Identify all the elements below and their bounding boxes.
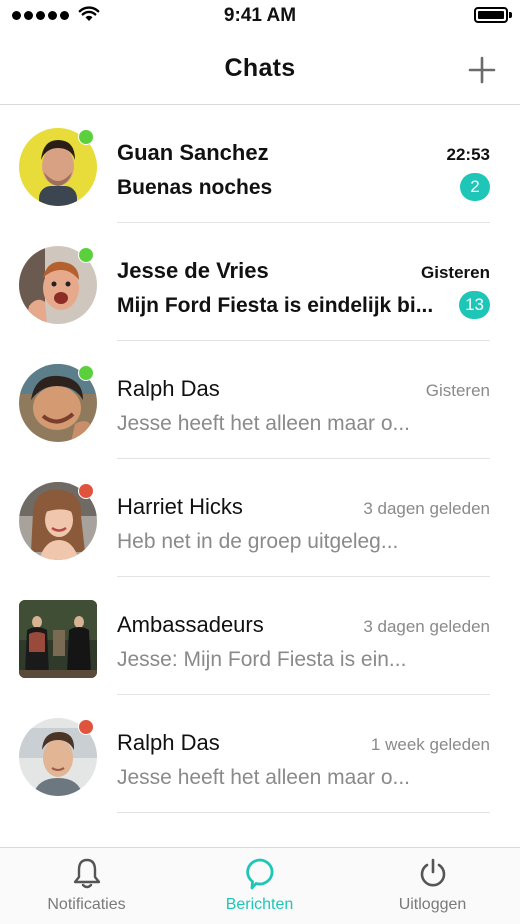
- online-status-dot: [78, 365, 94, 381]
- chat-bubble-icon: [245, 858, 273, 890]
- tab-notificaties[interactable]: Notificaties: [0, 848, 173, 924]
- chat-name: Guan Sanchez: [117, 140, 269, 165]
- chat-preview: Jesse heeft het alleen maar o...: [117, 412, 411, 435]
- busy-status-dot: [78, 483, 94, 499]
- tab-label: Notificaties: [47, 896, 126, 913]
- tab-label: Berichten: [225, 896, 294, 913]
- chat-name: Harriet Hicks: [117, 494, 243, 519]
- chat-row[interactable]: Ambassadeurs 3 dagen geleden Jesse: Mijn…: [0, 577, 520, 695]
- navigation-bar: Chats: [0, 34, 520, 105]
- avatar[interactable]: [19, 482, 97, 560]
- unread-badge: 2: [460, 173, 490, 201]
- chat-row[interactable]: Guan Sanchez 22:53 Buenas noches 2: [0, 105, 520, 223]
- chat-row[interactable]: Ralph Das Gisteren Jesse heeft het allee…: [0, 341, 520, 459]
- chat-time: Gisteren: [421, 263, 490, 282]
- page-title: Chats: [224, 54, 296, 82]
- plus-icon[interactable]: [468, 56, 496, 84]
- chat-list: Guan Sanchez 22:53 Buenas noches 2 Jesse…: [0, 105, 520, 847]
- chat-time: Gisteren: [425, 381, 490, 400]
- avatar[interactable]: [19, 600, 97, 678]
- status-time: 9:41 AM: [223, 5, 297, 26]
- chat-row[interactable]: Ralph Das 1 week geleden Jesse heeft het…: [0, 695, 520, 813]
- tab-uitloggen[interactable]: Uitloggen: [346, 848, 519, 924]
- chat-row[interactable]: Harriet Hicks 3 dagen geleden Heb net in…: [0, 459, 520, 577]
- chat-preview: Jesse: Mijn Ford Fiesta is ein...: [117, 648, 407, 671]
- tab-label: Uitloggen: [398, 896, 467, 913]
- chat-name: Ralph Das: [117, 730, 220, 755]
- online-status-dot: [78, 129, 94, 145]
- chat-preview: Buenas noches: [117, 176, 273, 199]
- chat-name: Ambassadeurs: [117, 612, 264, 637]
- bell-icon: [73, 858, 100, 889]
- divider: [117, 812, 490, 813]
- tab-berichten[interactable]: Berichten: [173, 848, 346, 924]
- battery-icon: [474, 7, 512, 23]
- chat-preview: Jesse heeft het alleen maar o...: [117, 766, 411, 789]
- power-icon: [420, 858, 445, 887]
- chat-preview: Mijn Ford Fiesta is eindelijk bi...: [117, 294, 434, 317]
- chat-row[interactable]: Jesse de Vries Gisteren Mijn Ford Fiesta…: [0, 223, 520, 341]
- tab-bar: Notificaties Berichten Uitloggen: [0, 847, 520, 924]
- chat-preview: Heb net in de groep uitgeleg...: [117, 530, 399, 553]
- chat-time: 1 week geleden: [370, 735, 490, 754]
- avatar[interactable]: [19, 246, 97, 324]
- chat-name: Ralph Das: [117, 376, 220, 401]
- chat-time: 22:53: [446, 145, 490, 164]
- status-bar: 9:41 AM: [0, 0, 520, 34]
- avatar[interactable]: [19, 364, 97, 442]
- chat-time: 3 dagen geleden: [363, 499, 490, 518]
- avatar-image: [19, 600, 97, 678]
- avatar[interactable]: [19, 718, 97, 796]
- unread-badge: 13: [459, 291, 490, 319]
- busy-status-dot: [78, 719, 94, 735]
- online-status-dot: [78, 247, 94, 263]
- avatar[interactable]: [19, 128, 97, 206]
- chat-name: Jesse de Vries: [117, 258, 269, 283]
- chat-time: 3 dagen geleden: [363, 617, 490, 636]
